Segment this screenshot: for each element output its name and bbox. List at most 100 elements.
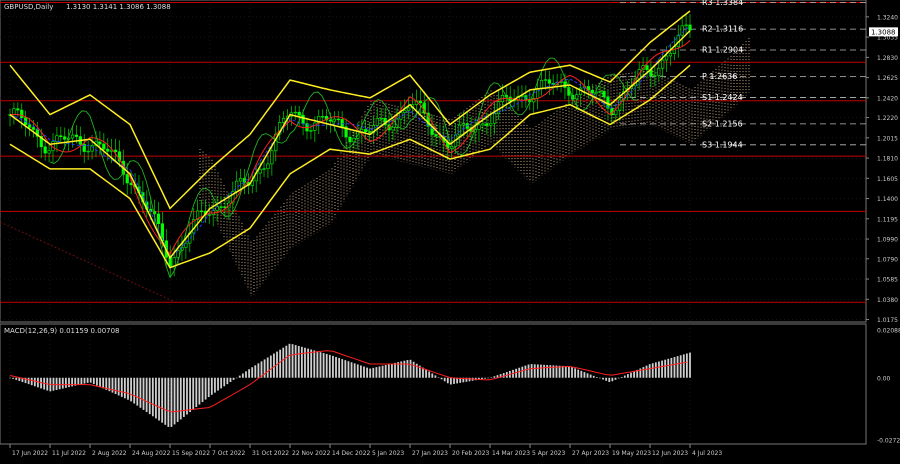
macd-bar	[363, 366, 365, 378]
candle-body	[172, 257, 176, 267]
macd-bar	[425, 369, 427, 378]
macd-bar	[580, 370, 583, 378]
macd-bar	[518, 367, 521, 378]
pivot-label: S1 1.2424	[702, 93, 743, 102]
price-tick-label: 1.1605	[877, 176, 898, 183]
candle-body	[457, 124, 462, 136]
candle-body	[668, 53, 673, 57]
date-tick-label: 15 Sep 2022	[172, 450, 210, 457]
macd-bar	[136, 377, 139, 406]
macd-bar	[64, 377, 67, 388]
macd-bar	[269, 355, 272, 378]
candle-body	[364, 129, 368, 132]
candle-body	[321, 115, 325, 118]
candle-body	[16, 108, 20, 111]
price-tick-label: 1.2015	[877, 135, 898, 142]
macd-bar	[102, 377, 105, 389]
price-tick-label: 1.2220	[877, 115, 898, 122]
macd-bar	[605, 377, 608, 381]
macd-bar	[487, 377, 490, 379]
candle-body	[661, 59, 665, 69]
macd-bar	[71, 377, 74, 387]
date-tick-label: 4 Jul 2023	[692, 450, 722, 457]
macd-bar	[453, 377, 455, 384]
price-tick-label: 1.1195	[877, 216, 898, 223]
date-tick-label: 11 Jul 2022	[52, 450, 86, 457]
candle-body	[645, 65, 649, 70]
macd-bar	[384, 365, 387, 378]
macd-bar	[210, 377, 213, 395]
pivot-label: P 1.2636	[702, 72, 737, 81]
candle-body	[602, 90, 606, 98]
candle-body	[219, 206, 223, 208]
date-tick-label: 20 Feb 2023	[452, 450, 490, 457]
candle-body	[598, 90, 602, 93]
macd-bar	[223, 377, 226, 387]
candle-body	[539, 80, 544, 89]
macd-bar	[229, 377, 232, 383]
date-tick-label: 5 Jan 2023	[372, 450, 404, 457]
macd-bar	[369, 368, 372, 378]
macd-bar	[328, 354, 331, 378]
macd-bar	[484, 377, 486, 379]
macd-bar	[446, 377, 449, 384]
macd-bar	[577, 369, 580, 378]
macd-bar	[155, 377, 157, 419]
price-tick-label: 1.2625	[877, 75, 898, 82]
macd-bar	[530, 364, 533, 378]
macd-bar	[366, 367, 368, 378]
candle-body	[657, 67, 661, 76]
date-tick-label: 24 Aug 2022	[132, 450, 171, 457]
candle-body	[575, 94, 579, 100]
candle-body	[235, 180, 239, 192]
candle-body	[266, 163, 270, 170]
macd-bar	[142, 377, 145, 410]
macd-bar	[235, 377, 238, 379]
macd-bar	[595, 377, 598, 378]
macd-bar	[266, 357, 269, 378]
macd-bar	[599, 377, 601, 379]
candle-body	[106, 148, 110, 152]
macd-bar	[633, 371, 636, 378]
macd-bar	[434, 375, 437, 378]
macd-bar	[341, 359, 344, 378]
macd-bar	[568, 366, 570, 378]
macd-bar	[602, 377, 604, 380]
macd-bar	[217, 377, 219, 391]
candle-body	[477, 124, 481, 130]
candle-body	[156, 213, 161, 225]
candle-body	[590, 89, 594, 94]
candle-body	[258, 169, 262, 174]
macd-bar	[347, 361, 350, 378]
macd-bar	[251, 367, 254, 378]
candle-body	[434, 134, 438, 137]
candle-body	[223, 206, 227, 209]
macd-bar	[372, 367, 375, 378]
macd-bar	[536, 364, 539, 378]
macd-bar	[148, 377, 151, 415]
macd-bar	[127, 377, 129, 400]
date-tick-label: 2 Aug 2022	[92, 450, 127, 457]
macd-bar	[611, 377, 614, 382]
macd-bar	[378, 366, 381, 378]
macd-bar	[394, 362, 396, 378]
macd-bar	[645, 365, 648, 378]
candle-body	[336, 118, 340, 121]
candle-body	[492, 113, 497, 124]
macd-bar	[350, 362, 353, 378]
macd-bar	[291, 344, 294, 378]
date-tick-label: 27 Jan 2023	[412, 450, 448, 457]
macd-bar	[195, 377, 198, 408]
macd-bar	[353, 363, 356, 378]
price-tick-label: 1.0585	[877, 277, 898, 284]
macd-bar	[273, 353, 275, 378]
macd-bar	[437, 377, 440, 378]
macd-bar	[428, 371, 431, 378]
macd-bar	[139, 377, 142, 408]
macd-tick-label: 0.02088	[877, 328, 900, 335]
macd-bar	[96, 377, 98, 386]
candle-body	[281, 118, 286, 123]
candle-body	[680, 25, 684, 36]
price-chart[interactable]: R3 1.3384 R2 1.3116 R1 1.2904 P 1.2636 S1 1.…	[0, 0, 900, 460]
macd-bar	[241, 373, 244, 378]
